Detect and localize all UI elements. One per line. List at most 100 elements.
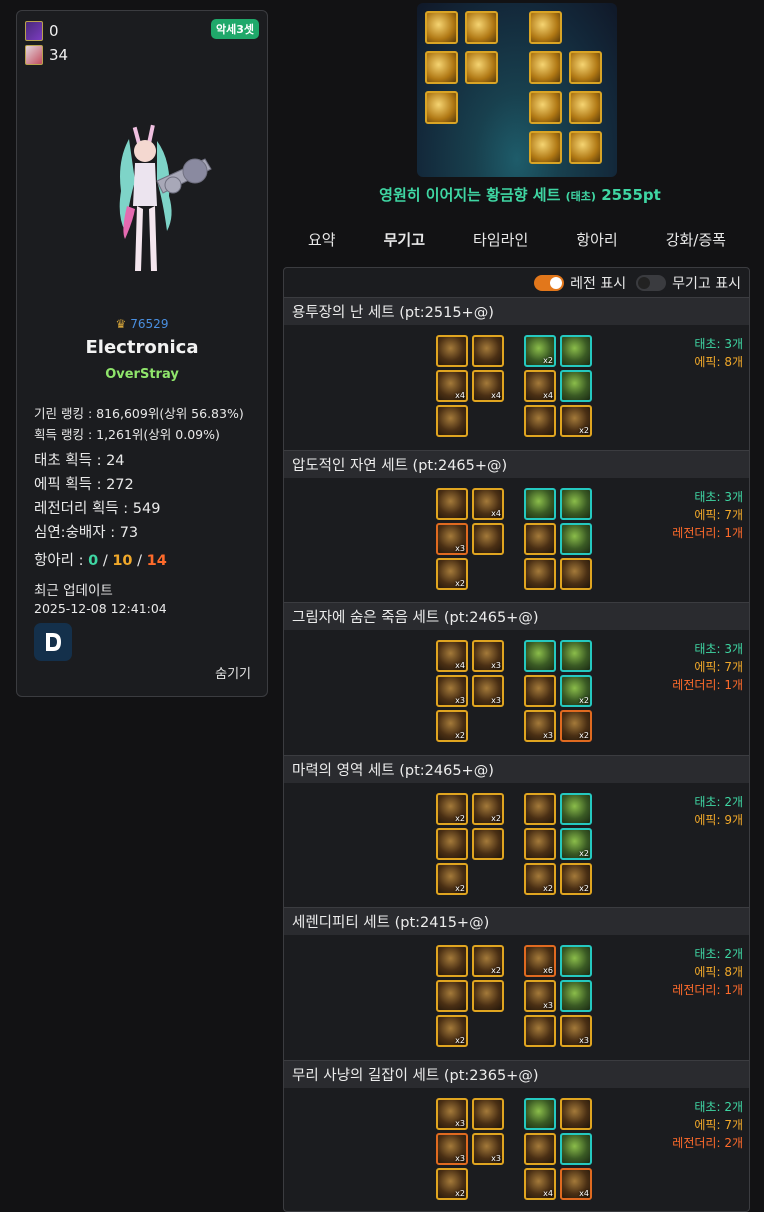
item-count: x3: [491, 661, 501, 670]
item-count: x2: [579, 883, 589, 893]
equipment-item-icon[interactable]: x2: [560, 710, 592, 742]
equipment-item-icon[interactable]: x2: [524, 335, 556, 367]
ranking-stat: 기린 랭킹 : 816,609위(상위 56.83%): [34, 406, 244, 421]
item-count: x2: [543, 883, 553, 893]
equipment-item-icon[interactable]: x4: [560, 1167, 592, 1200]
grade-count: 에픽: 9개: [694, 812, 743, 827]
equipment-item-icon[interactable]: x3: [472, 675, 504, 707]
legend-toggle-switch[interactable]: [534, 275, 565, 291]
equipment-item-icon[interactable]: x3: [524, 710, 556, 742]
equipment-item-icon[interactable]: [472, 335, 504, 367]
equipment-item-icon[interactable]: [560, 487, 592, 520]
grade-count: 에픽: 7개: [694, 507, 743, 522]
grade-count: 태초: 2개: [694, 947, 743, 961]
equipment-item-icon[interactable]: [436, 487, 468, 520]
equipment-item-icon[interactable]: [524, 1132, 556, 1165]
guild-name[interactable]: OverStray: [17, 367, 267, 382]
equipment-item-icon[interactable]: [472, 827, 504, 860]
tab-timeline[interactable]: 타임라인: [465, 225, 536, 261]
equipment-item-icon[interactable]: [560, 640, 592, 672]
equipment-item-icon[interactable]: x2: [560, 675, 592, 707]
equipment-item-icon[interactable]: x2: [436, 557, 468, 590]
equipment-item-icon[interactable]: [436, 945, 468, 977]
equipment-item-icon[interactable]: [560, 945, 592, 977]
equipment-item-icon[interactable]: x2: [436, 1167, 468, 1200]
equipment-item-icon[interactable]: x3: [472, 1132, 504, 1165]
equipment-item-icon[interactable]: x4: [524, 1167, 556, 1200]
equipment-item-icon[interactable]: [524, 1015, 556, 1047]
equipment-item-icon[interactable]: x2: [560, 405, 592, 437]
equipment-item-icon[interactable]: x2: [436, 862, 468, 895]
armory-toggle-switch[interactable]: [636, 275, 667, 291]
set-title-points: 2555pt: [601, 186, 661, 204]
equipment-item-icon[interactable]: [560, 1132, 592, 1165]
equipment-item-icon[interactable]: [524, 675, 556, 707]
equipment-item-icon[interactable]: x2: [472, 945, 504, 977]
grade-count: 레전더리: 1개: [672, 525, 743, 540]
hide-button[interactable]: 숨기기: [215, 663, 251, 682]
equipment-item-icon[interactable]: [436, 980, 468, 1012]
guild-number[interactable]: 76529: [130, 317, 168, 331]
equipment-item-icon[interactable]: [524, 522, 556, 555]
item-count: x4: [455, 391, 465, 400]
item-count: x2: [455, 1188, 465, 1198]
site-logo-icon[interactable]: [34, 623, 72, 661]
equipment-item-icon[interactable]: [472, 1097, 504, 1130]
equipment-item-icon[interactable]: x3: [436, 675, 468, 707]
equipment-item-icon[interactable]: x2: [436, 1015, 468, 1047]
tab-enhance[interactable]: 강화/증폭: [658, 225, 734, 261]
equipment-item-icon[interactable]: x4: [524, 370, 556, 402]
equipment-item-icon[interactable]: [524, 405, 556, 437]
hangari-separator-1: /: [98, 553, 113, 569]
equipment-item-icon[interactable]: [560, 1097, 592, 1130]
equipment-item-icon[interactable]: [560, 980, 592, 1012]
equipment-item-icon[interactable]: [524, 827, 556, 860]
hangari-value-legend: 14: [146, 553, 167, 569]
legend-toggle-label: 레전 표시: [570, 276, 627, 292]
equipment-item-icon[interactable]: [472, 980, 504, 1012]
equipment-item-icon[interactable]: x6: [524, 945, 556, 977]
equipment-item-icon[interactable]: [436, 405, 468, 437]
equipment-item-icon[interactable]: [524, 792, 556, 825]
set-section-title: 용투장의 난 세트 (pt:2515+@): [284, 298, 749, 325]
equipment-item-icon[interactable]: [472, 522, 504, 555]
item-count: x4: [491, 508, 501, 518]
equipment-item-icon[interactable]: x2: [472, 792, 504, 825]
equipment-item-icon[interactable]: [560, 792, 592, 825]
equipment-item-icon[interactable]: [524, 557, 556, 590]
equipment-item-icon[interactable]: x3: [560, 1015, 592, 1047]
equipment-item-icon[interactable]: [436, 827, 468, 860]
equipment-item-icon[interactable]: x2: [524, 862, 556, 895]
equipment-item-icon[interactable]: [524, 640, 556, 672]
set-grade-counts: 태초: 2개 에픽: 7개 레전더리: 2개: [672, 1098, 743, 1152]
currency-1-icon: [25, 21, 43, 41]
equipment-item-icon[interactable]: x3: [472, 640, 504, 672]
tab-summary[interactable]: 요약: [300, 225, 344, 261]
equipment-item-icon[interactable]: [524, 1097, 556, 1130]
tab-armory[interactable]: 무기고: [365, 225, 448, 269]
equipment-item-icon[interactable]: x4: [436, 370, 468, 402]
equipment-item-icon[interactable]: x3: [436, 1097, 468, 1130]
equipment-item-icon[interactable]: x4: [472, 370, 504, 402]
equipment-item-icon[interactable]: [560, 370, 592, 402]
equipment-item-icon[interactable]: x4: [472, 487, 504, 520]
equipment-item-icon[interactable]: x2: [560, 827, 592, 860]
equipment-item-icon[interactable]: x2: [436, 792, 468, 825]
set-section-title: 압도적인 자연 세트 (pt:2465+@): [284, 450, 749, 478]
set-section-title: 세렌디피티 세트 (pt:2415+@): [284, 908, 749, 935]
item-count: x2: [455, 883, 465, 893]
equipment-item-icon[interactable]: [560, 522, 592, 555]
equipment-item-icon[interactable]: x3: [436, 522, 468, 555]
equipment-item-icon[interactable]: x4: [436, 640, 468, 672]
equipment-item-icon[interactable]: x2: [560, 862, 592, 895]
equipment-item-icon[interactable]: [560, 335, 592, 367]
equipment-item-icon[interactable]: [436, 335, 468, 367]
tab-hangari[interactable]: 항아리: [568, 225, 625, 261]
equipment-item-icon[interactable]: [524, 487, 556, 520]
item-count: x4: [455, 661, 465, 670]
equipment-item-icon[interactable]: [560, 557, 592, 590]
equipment-item-icon[interactable]: x2: [436, 710, 468, 742]
grade-count: 레전더리: 2개: [672, 1135, 743, 1150]
equipment-item-icon[interactable]: x3: [524, 980, 556, 1012]
equipment-item-icon[interactable]: x3: [436, 1132, 468, 1165]
